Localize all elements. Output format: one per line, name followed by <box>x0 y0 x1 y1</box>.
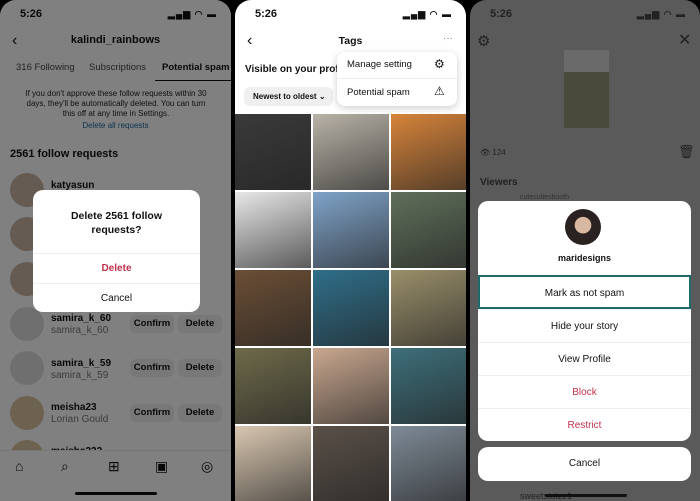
tagged-photo[interactable] <box>235 114 311 190</box>
sheet-username: maridesigns <box>557 253 612 263</box>
tagged-photo[interactable] <box>391 192 466 268</box>
restrict-button[interactable]: Restrict <box>478 408 691 441</box>
delete-button[interactable]: Delete <box>178 315 222 333</box>
viewer-peek: cutecutiesbooth <box>520 194 570 201</box>
chevron-down-icon: ⌄ <box>318 92 326 101</box>
delete-dialog: Delete 2561 follow requests? Delete Canc… <box>33 190 200 312</box>
tagged-photo[interactable] <box>313 348 389 424</box>
tagged-photo[interactable] <box>235 426 311 501</box>
cancel-button[interactable]: Cancel <box>478 447 691 481</box>
tagged-photo[interactable] <box>235 270 311 346</box>
reels-icon[interactable]: ▣ <box>155 458 168 475</box>
avatar[interactable] <box>10 307 44 341</box>
request-count: 2561 follow requests <box>10 148 119 160</box>
sort-label: Newest to oldest <box>253 92 317 101</box>
mark-as-not-spam-button[interactable]: Mark as not spam <box>478 275 691 309</box>
visible-on-profile-heading: Visible on your prof <box>245 64 339 75</box>
delete-all-requests-link[interactable]: Delete all requests <box>0 121 231 130</box>
delete-button[interactable]: Delete <box>178 404 222 422</box>
page-title: Tags <box>338 35 363 47</box>
action-sheet: maridesigns Mark as not spam Hide your s… <box>478 201 691 441</box>
sort-dropdown[interactable]: Newest to oldest ⌄ <box>244 87 333 106</box>
tagged-photo[interactable] <box>391 114 466 190</box>
tagged-photo[interactable] <box>391 348 466 424</box>
trash-icon[interactable]: 🗑 <box>678 144 695 160</box>
story-thumbnail[interactable] <box>564 50 609 128</box>
tagged-photo[interactable] <box>391 426 466 501</box>
settings-icon[interactable]: ⚙ <box>477 32 490 50</box>
dialog-title: Delete 2561 follow requests? <box>70 210 163 236</box>
tagged-photo[interactable] <box>313 426 389 501</box>
home-indicator <box>75 492 157 495</box>
confirm-button[interactable]: Confirm <box>130 359 174 377</box>
more-options-icon[interactable]: ··· <box>443 33 453 44</box>
viewers-heading: Viewers <box>480 177 518 188</box>
tagged-photo[interactable] <box>235 348 311 424</box>
home-indicator <box>545 494 627 497</box>
tagged-photo[interactable] <box>313 192 389 268</box>
profile-icon[interactable]: ◎ <box>201 458 213 475</box>
status-time: 5:26 <box>255 8 278 20</box>
eye-icon: 👁 <box>480 148 491 157</box>
status-time: 5:26 <box>490 8 513 20</box>
cancel-button[interactable]: Cancel <box>33 283 200 312</box>
warning-icon: ⚠ <box>434 84 445 98</box>
follow-requests-screen: 5:26 ▂▄▆ ◠ ▬ ‹ kalindi_rainbows 316 Foll… <box>0 0 231 501</box>
tags-screen: 5:26 ▂▄▆ ◠ ▬ ‹ Tags ··· Visible on your … <box>235 0 466 501</box>
tagged-photo[interactable] <box>313 114 389 190</box>
view-count: 👁 124 <box>480 148 506 157</box>
tagged-photo[interactable] <box>313 270 389 346</box>
status-time: 5:26 <box>20 8 43 20</box>
avatar <box>565 209 601 245</box>
spam-info-text: If you don't approve these follow reques… <box>25 89 207 118</box>
block-button[interactable]: Block <box>478 375 691 408</box>
close-icon[interactable]: ✕ <box>678 30 691 50</box>
status-icons: ▂▄▆ ◠ ▬ <box>167 9 217 19</box>
tagged-photo[interactable] <box>391 270 466 346</box>
tab-subscriptions[interactable]: Subscriptions <box>89 62 146 73</box>
search-icon[interactable]: ⌕ <box>61 458 69 475</box>
menu-item-manage-setting[interactable]: Manage setting ⚙ <box>337 52 457 79</box>
avatar[interactable] <box>10 396 44 430</box>
confirm-delete-button[interactable]: Delete <box>33 253 200 283</box>
delete-button[interactable]: Delete <box>178 359 222 377</box>
options-menu: Manage setting ⚙ Potential spam ⚠ <box>337 52 457 106</box>
view-profile-button[interactable]: View Profile <box>478 342 691 375</box>
tab-following[interactable]: 316 Following <box>16 62 75 73</box>
tagged-photo[interactable] <box>235 192 311 268</box>
add-icon[interactable]: ⊞ <box>108 458 120 475</box>
active-tab-indicator <box>155 80 231 81</box>
home-icon[interactable]: ⌂ <box>15 458 23 474</box>
status-icons: ▂▄▆ ◠ ▬ <box>636 9 686 19</box>
confirm-button[interactable]: Confirm <box>130 404 174 422</box>
confirm-button[interactable]: Confirm <box>130 315 174 333</box>
gear-icon: ⚙ <box>434 57 445 71</box>
avatar[interactable] <box>10 351 44 385</box>
menu-item-potential-spam[interactable]: Potential spam ⚠ <box>337 79 457 106</box>
tab-potential-spam[interactable]: Potential spam <box>162 62 230 73</box>
hide-your-story-button[interactable]: Hide your story <box>478 309 691 342</box>
status-icons: ▂▄▆ ◠ ▬ <box>402 9 452 19</box>
story-viewers-screen: 5:26 ▂▄▆ ◠ ▬ ⚙ ✕ 👁 124 🗑 Viewers cutecut… <box>470 0 700 501</box>
page-title: kalindi_rainbows <box>70 34 161 46</box>
